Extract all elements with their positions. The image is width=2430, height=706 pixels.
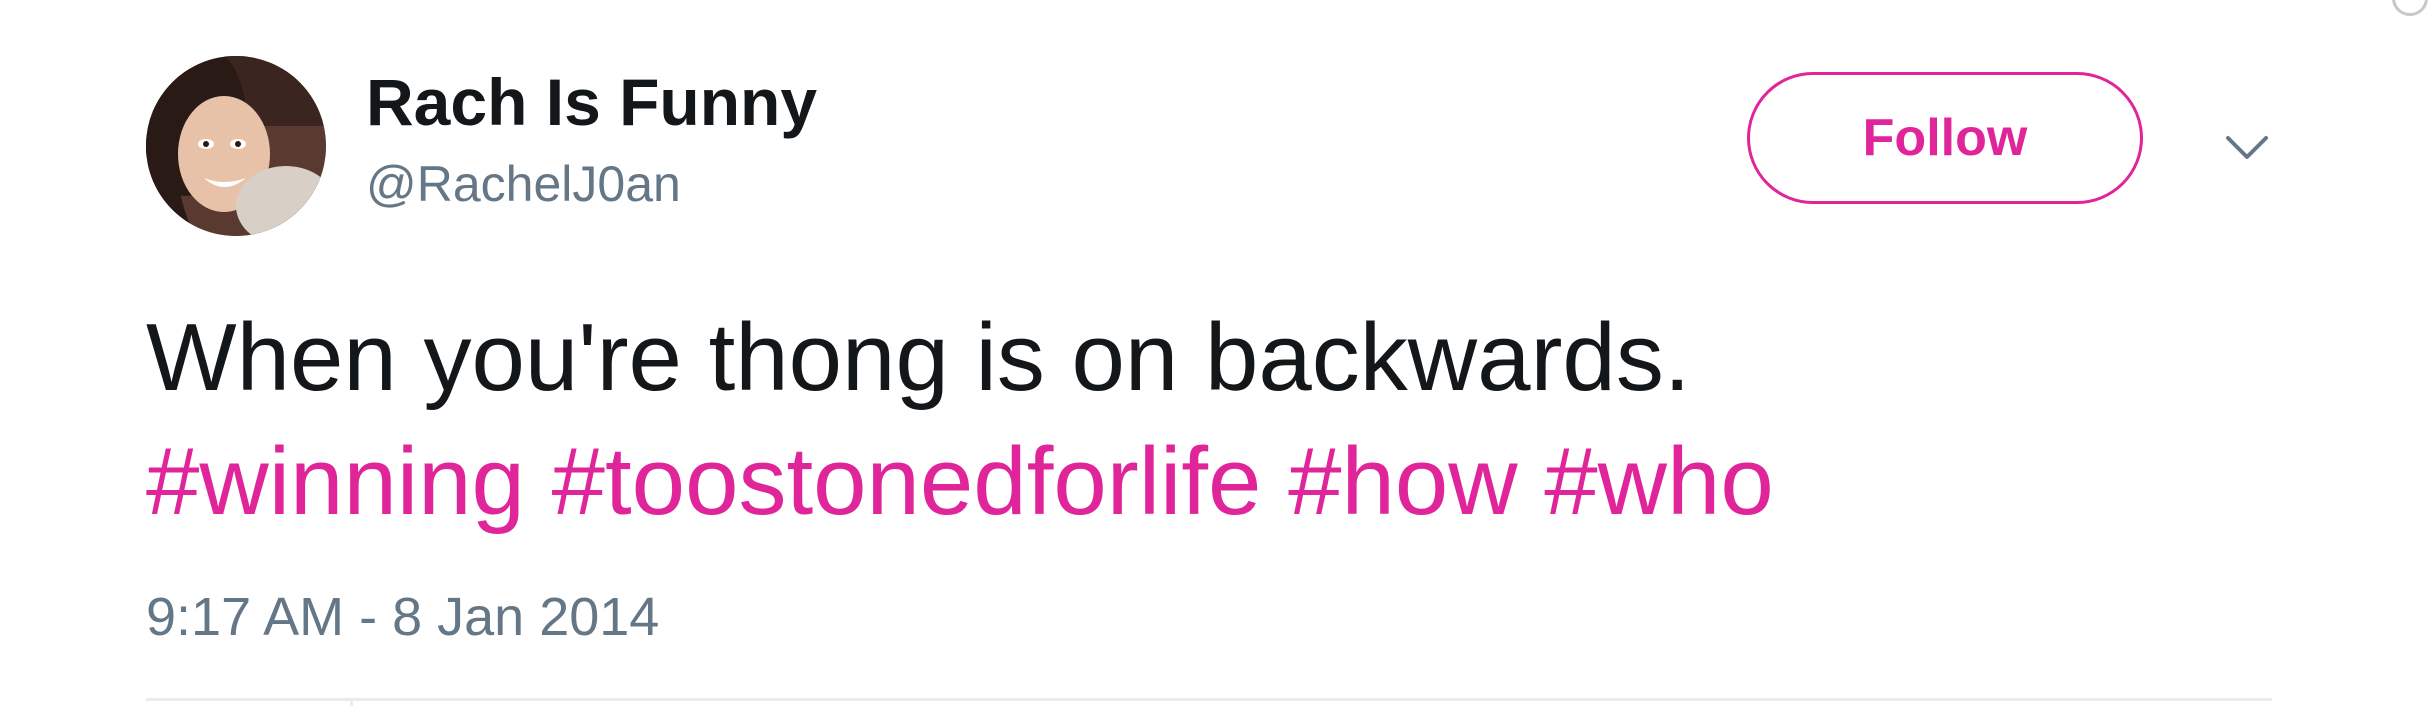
hashtag-link[interactable]: #toostonedforlife (552, 428, 1262, 535)
window-corner-icon (2392, 0, 2428, 16)
hashtag-line: #winning #toostonedforlife #how #who (146, 420, 2296, 544)
tweet-timestamp[interactable]: 9:17 AM - 8 Jan 2014 (146, 584, 659, 650)
profile-photo-icon (146, 56, 326, 236)
tweet-card: Rach Is Funny @RachelJ0an Follow When yo… (0, 0, 2430, 706)
divider (146, 698, 2272, 701)
tweet-text: When you're thong is on backwards. #winn… (146, 296, 2296, 544)
tweet-body: When you're thong is on backwards. (146, 304, 1691, 411)
divider (350, 698, 353, 706)
hashtag-link[interactable]: #how (1288, 428, 1518, 535)
hashtag-link[interactable]: #winning (146, 428, 525, 535)
avatar[interactable] (146, 56, 326, 236)
author-display-name[interactable]: Rach Is Funny (366, 62, 817, 142)
follow-button[interactable]: Follow (1747, 72, 2143, 204)
hashtag-link[interactable]: #who (1544, 428, 1774, 535)
author-handle[interactable]: @RachelJ0an (366, 152, 681, 216)
chevron-down-icon[interactable] (2222, 128, 2272, 168)
